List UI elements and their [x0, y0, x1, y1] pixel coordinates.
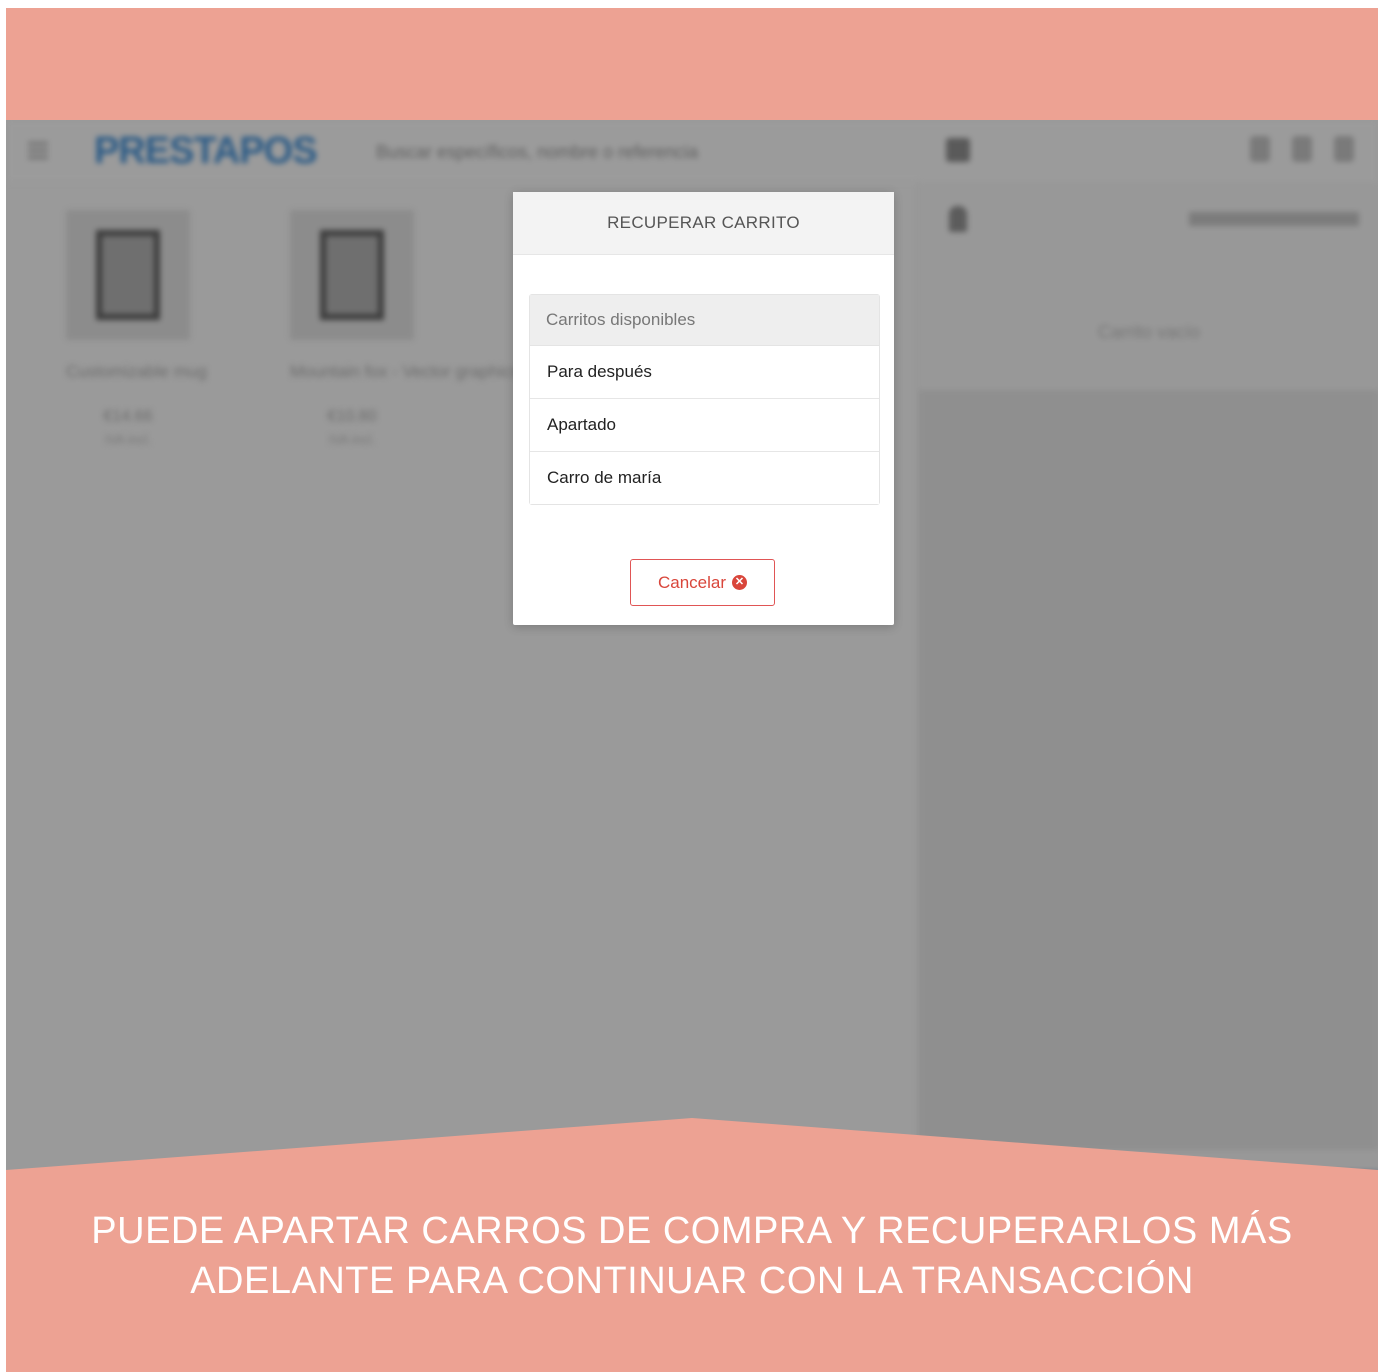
product-tax: IVA incl.: [328, 432, 375, 447]
tool-icon-1[interactable]: [1250, 136, 1270, 162]
cart-items-area: [919, 390, 1378, 1150]
modal-title: RECUPERAR CARRITO: [513, 192, 894, 255]
add-customer-button[interactable]: [1189, 212, 1359, 226]
cart-icon[interactable]: [946, 138, 970, 162]
customer-row: [949, 202, 1359, 242]
caption-text: PUEDE APARTAR CARROS DE COMPRA Y RECUPER…: [6, 1206, 1378, 1306]
product-image: [290, 210, 414, 340]
cart-list-item[interactable]: Carro de maría: [530, 452, 879, 504]
product-price: €10.80: [327, 408, 377, 425]
hamburger-menu-icon[interactable]: [28, 142, 48, 159]
product-card[interactable]: Customizable mug €14.66 IVA incl.: [66, 210, 207, 447]
product-name: Mountain fox - Vector graphics: [290, 362, 520, 381]
search-input[interactable]: Buscar específicos, nombre o referencia: [376, 142, 698, 163]
cancel-label: Cancelar: [657, 572, 727, 592]
person-icon: [949, 206, 967, 232]
product-price: €14.66: [103, 408, 153, 425]
empty-cart-text: Carrito vacío: [1097, 322, 1201, 342]
promo-frame: PRESTAPOS Buscar específicos, nombre o r…: [6, 8, 1378, 1372]
cart-list-item[interactable]: Para después: [530, 346, 879, 399]
recover-cart-modal: RECUPERAR CARRITO Carritos disponibles P…: [513, 192, 894, 625]
cart-list-header: Carritos disponibles: [530, 295, 879, 346]
toolbar-icons: [1250, 136, 1354, 162]
cancel-button[interactable]: Cancelar ✕: [630, 559, 775, 606]
top-bar: PRESTAPOS Buscar específicos, nombre o r…: [6, 120, 1378, 182]
tool-icon-2[interactable]: [1292, 136, 1312, 162]
product-grid: Customizable mug €14.66 IVA incl. Mounta…: [66, 210, 520, 447]
product-tax: IVA incl.: [104, 432, 151, 447]
cart-list: Carritos disponibles Para después Aparta…: [529, 294, 880, 505]
close-icon: ✕: [732, 575, 748, 590]
tool-icon-3[interactable]: [1334, 136, 1354, 162]
product-card[interactable]: Mountain fox - Vector graphics €10.80 IV…: [290, 210, 520, 447]
cart-list-item[interactable]: Apartado: [530, 399, 879, 452]
product-name: Customizable mug: [66, 362, 207, 381]
caption-line-1: PUEDE APARTAR CARROS DE COMPRA Y RECUPER…: [91, 1210, 1293, 1252]
caption-line-2: ADELANTE PARA CONTINUAR CON LA TRANSACCI…: [190, 1260, 1194, 1302]
product-image: [66, 210, 190, 340]
prestapos-logo: PRESTAPOS: [94, 130, 318, 172]
